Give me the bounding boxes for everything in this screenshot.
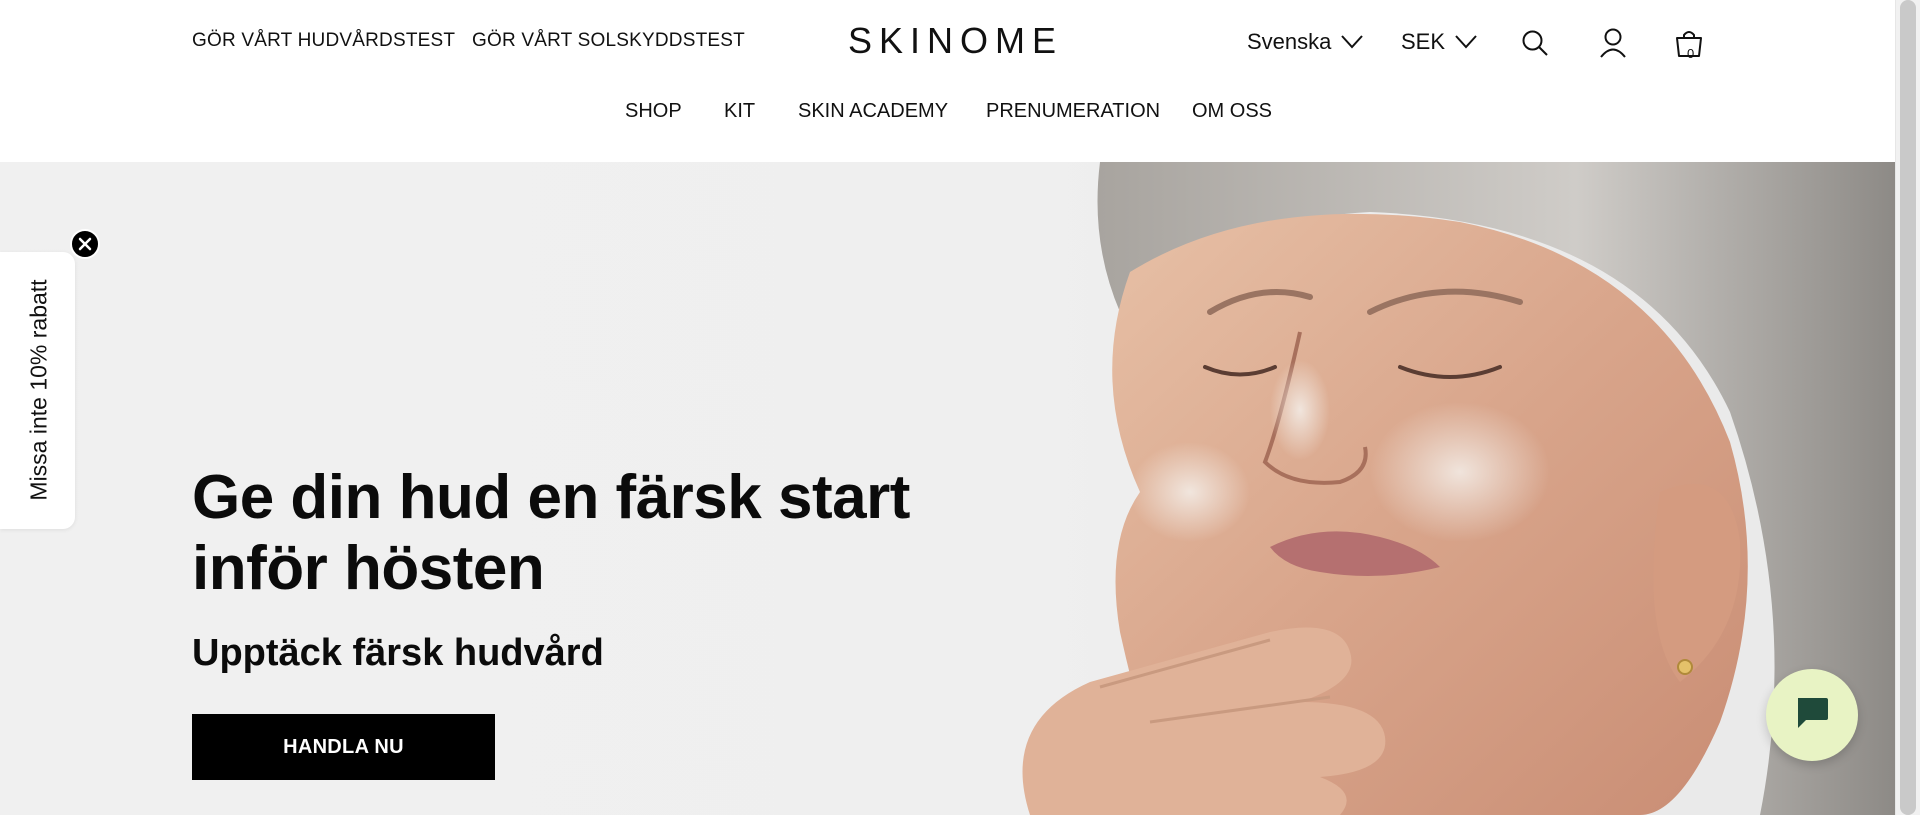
chevron-down-icon: [1341, 35, 1364, 49]
site-header: GÖR VÅRT HUDVÅRDSTEST GÖR VÅRT SOLSKYDDS…: [0, 0, 1895, 162]
close-icon[interactable]: [70, 229, 100, 259]
account-icon[interactable]: [1596, 26, 1630, 60]
shop-now-button[interactable]: HANDLA NU: [192, 714, 495, 780]
nav-item-kit[interactable]: KIT: [724, 100, 755, 123]
chat-bubble-icon: [1794, 696, 1830, 735]
search-icon[interactable]: [1518, 26, 1552, 60]
nav-item-about[interactable]: OM OSS: [1192, 100, 1272, 123]
scrollbar-track[interactable]: [1895, 0, 1920, 815]
currency-selector[interactable]: SEK: [1401, 29, 1477, 55]
scrollbar-thumb[interactable]: [1900, 0, 1916, 815]
hero-subtitle: Upptäck färsk hudvård: [192, 632, 604, 674]
discount-text: Missa inte 10% rabatt: [25, 279, 52, 501]
hero-banner: Ge din hud en färsk start inför hösten U…: [0, 162, 1895, 815]
nav-item-shop[interactable]: SHOP: [625, 100, 682, 123]
cart-count: 0: [1687, 46, 1695, 61]
nav-item-subscription[interactable]: PRENUMERATION: [986, 100, 1160, 123]
skin-test-link[interactable]: GÖR VÅRT HUDVÅRDSTEST: [192, 30, 455, 52]
language-label: Svenska: [1247, 29, 1332, 54]
hero-title: Ge din hud en färsk start inför hösten: [192, 463, 910, 603]
language-selector[interactable]: Svenska: [1247, 29, 1364, 55]
logo[interactable]: SKINOME: [848, 20, 1063, 62]
discount-tab[interactable]: Missa inte 10% rabatt: [0, 252, 75, 529]
nav-item-skin-academy[interactable]: SKIN ACADEMY: [798, 100, 948, 123]
hero-image: [1022, 162, 1895, 815]
sun-protection-test-link[interactable]: GÖR VÅRT SOLSKYDDSTEST: [472, 30, 745, 52]
currency-label: SEK: [1401, 29, 1446, 54]
chat-button[interactable]: [1766, 669, 1858, 761]
chevron-down-icon: [1455, 35, 1477, 49]
